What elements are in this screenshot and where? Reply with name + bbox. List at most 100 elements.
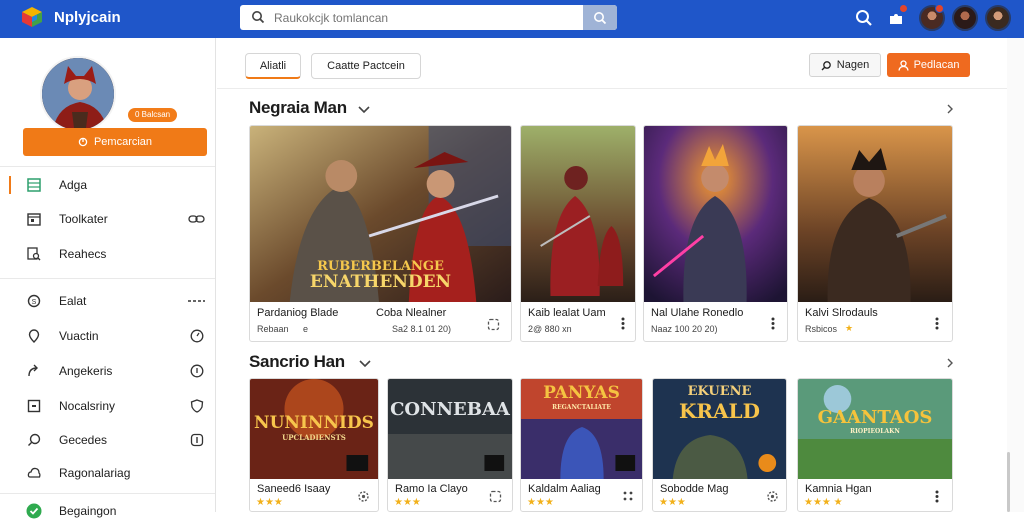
pedlacan-button[interactable]: Pedlacan [887, 53, 970, 77]
game-title: Kalvi Slrodauls [805, 307, 878, 319]
top-search-button[interactable] [852, 6, 876, 30]
sidebar-item-label: Ealat [59, 294, 87, 308]
profile-button[interactable]: Pemcarcian [23, 128, 207, 156]
sidebar-item-label: Vuactin [59, 329, 99, 343]
cover-title-line1: NUNINNIDS [254, 413, 374, 433]
tab-aliatli[interactable]: Aliatli [245, 53, 301, 79]
sidebar-item-label: Adga [59, 178, 88, 192]
rating-stars: ★★★ ★ [804, 497, 843, 508]
sidebar-item-ealat[interactable]: S Ealat [0, 287, 215, 315]
chevron-down-icon[interactable] [358, 106, 370, 114]
scrollbar-track[interactable] [1007, 38, 1024, 512]
game-card[interactable]: Nal Ulahe Ronedlo Naaz 100 20 20) [643, 125, 788, 342]
game-title: Kaib lealat Uam [528, 307, 606, 319]
avatar[interactable] [952, 5, 978, 31]
more-vertical-icon[interactable] [616, 316, 630, 330]
square-icon [26, 398, 42, 414]
sidebar-item-nocalsriny[interactable]: Nocalsriny [0, 392, 215, 420]
divider [0, 493, 215, 494]
more-vertical-icon[interactable] [930, 489, 944, 503]
chevron-down-icon[interactable] [359, 360, 371, 368]
rating-star: ★ [845, 323, 854, 333]
share-icon[interactable] [488, 489, 502, 503]
game-card[interactable]: EKUENE KRALD Sobodde Mag ★★★ [652, 378, 787, 512]
sidebar-item-label: Toolkater [59, 212, 108, 226]
notification-dot [899, 4, 908, 13]
pedlacan-button-label: Pedlacan [913, 59, 960, 71]
clock-icon [188, 364, 205, 378]
game-card[interactable]: NUNINNIDS UPCLADIENSTS Saneed6 Isaay ★★★ [249, 378, 379, 512]
game-cover-image [798, 126, 952, 302]
game-title: Ramo Ia Clayo [395, 483, 468, 495]
more-vertical-icon[interactable] [930, 316, 944, 330]
sidebar: 0 Balcsan Pemcarcian Adga Toolkater Reah… [0, 38, 216, 519]
rating-stars: ★★★ [256, 497, 283, 508]
cover-title-line1: EKUENE [687, 384, 752, 399]
game-title: Kamnia Hgan [805, 483, 872, 495]
sidebar-item-adga[interactable]: Adga [0, 171, 215, 199]
cover-title-line2: UPCLADIENSTS [282, 433, 346, 442]
sidebar-item-label: Nocalsriny [59, 399, 116, 413]
search-button[interactable] [583, 5, 617, 30]
game-card[interactable]: Kalvi Slrodauls Rsbicos ★ [797, 125, 953, 342]
tab-label: Aliatli [259, 59, 287, 72]
app-logo-icon[interactable] [20, 5, 44, 29]
sidebar-item-gecedes[interactable]: Gecedes [0, 426, 215, 454]
top-bar: Nplyjcain [0, 0, 1024, 38]
svg-text:S: S [32, 299, 37, 306]
search-bar [240, 5, 617, 30]
chevron-right-icon[interactable] [945, 358, 955, 368]
game-title: Kaldalm Aaliag [528, 483, 601, 495]
link-icon [188, 212, 205, 226]
sidebar-item-begaingon[interactable]: Begaingon [0, 497, 215, 525]
sidebar-item-label: Ragonalariag [59, 466, 131, 480]
search-icon [821, 60, 831, 70]
game-card[interactable]: Kaib lealat Uam 2@ 880 xn [520, 125, 636, 342]
scrollbar-thumb[interactable] [1007, 452, 1010, 512]
grid-dots-icon[interactable] [621, 489, 635, 503]
divider [217, 88, 1007, 89]
pin-icon [26, 328, 42, 344]
info-icon [188, 433, 205, 447]
game-card[interactable]: GAANTAOS RIOPIEOLAKN Kamnia Hgan ★★★ ★ [797, 378, 953, 512]
dash-icon [188, 294, 205, 308]
sidebar-item-label: Begaingon [59, 504, 117, 518]
chevron-right-icon[interactable] [945, 104, 955, 114]
game-card[interactable]: CONNEBAA Ramo Ia Clayo ★★★ [387, 378, 513, 512]
sidebar-item-angekeris[interactable]: Angekeris [0, 357, 215, 385]
settings-icon[interactable] [356, 489, 370, 503]
game-card[interactable]: RUBERBELANGE ENATHENDEN Pardaniog Blade … [249, 125, 512, 342]
active-indicator [9, 176, 11, 194]
main-content: Aliatli Caatte Pactcein Nagen Pedlacan N… [217, 38, 1007, 512]
more-vertical-icon[interactable] [766, 316, 780, 330]
game-meta: Sa2 8.1 01 20) [392, 324, 452, 334]
sidebar-item-label: Reahecs [59, 247, 107, 261]
tab-caatte-pactcein[interactable]: Caatte Pactcein [311, 53, 421, 79]
rating-stars: ★★★ [394, 497, 421, 508]
game-subtitle: Naaz 100 20 20) [651, 324, 718, 334]
cover-title-line2: REGANCTALIATE [552, 404, 611, 411]
sidebar-item-toolkater[interactable]: Toolkater [0, 205, 215, 233]
user-avatar[interactable] [985, 5, 1011, 31]
sidebar-item-ragonalariag[interactable]: Ragonalariag [0, 459, 215, 487]
profile-avatar[interactable] [40, 56, 116, 132]
game-title: Saneed6 Isaay [257, 483, 331, 495]
share-icon[interactable] [486, 317, 500, 331]
game-subtitle: Rsbicos [805, 324, 838, 334]
sidebar-item-label: Angekeris [59, 364, 113, 378]
game-subtitle: Rebaan [257, 324, 289, 334]
rating-stars: ★★★ [659, 497, 686, 508]
game-cover-image [388, 379, 512, 479]
rating-stars: ★★★ [527, 497, 554, 508]
check-icon [26, 503, 42, 519]
tab-label: Caatte Pactcein [327, 60, 405, 72]
sidebar-item-vuactin[interactable]: Vuactin [0, 322, 215, 350]
nagen-button-label: Nagen [836, 59, 870, 71]
game-card[interactable]: PANYAS REGANCTALIATE Kaldalm Aaliag ★★★ [520, 378, 643, 512]
settings-icon[interactable] [765, 489, 779, 503]
user-icon [897, 59, 909, 71]
nagen-button[interactable]: Nagen [809, 53, 881, 77]
search-input[interactable] [240, 5, 583, 30]
sidebar-item-reahecs[interactable]: Reahecs [0, 240, 215, 268]
section-title: Negraia Man [249, 98, 347, 117]
